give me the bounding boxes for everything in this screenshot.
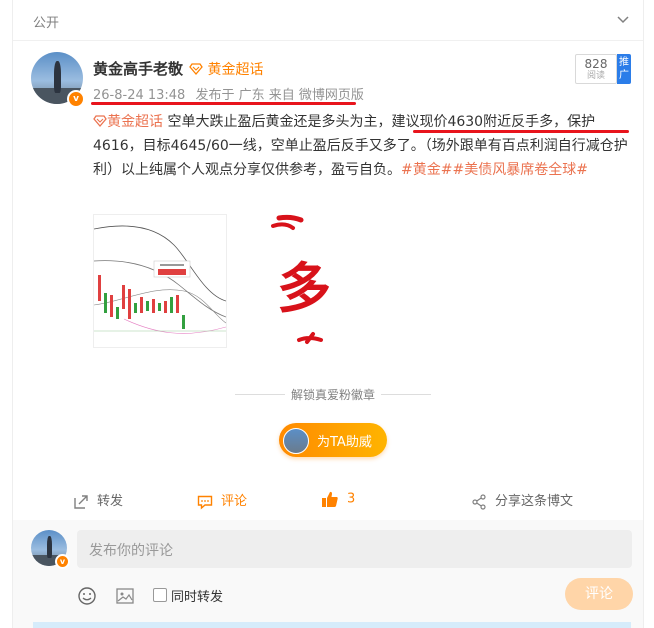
- weibo-post-card: 公开 v 黄金高手老敬 黄金超话 26-8-24 13:48 发布于 广东 来自…: [12, 0, 644, 628]
- visibility-label: 公开: [33, 16, 60, 31]
- also-forward-checkbox[interactable]: [153, 588, 167, 602]
- submit-comment-button[interactable]: 评论: [565, 578, 633, 610]
- emoji-icon[interactable]: [77, 586, 97, 606]
- read-count-badge: 828 阅读: [575, 54, 617, 84]
- post-source: 发布于 广东 来自 微博网页版: [195, 88, 364, 103]
- verified-badge-icon: v: [55, 554, 70, 569]
- divider: [13, 40, 643, 41]
- forward-icon: [74, 494, 88, 509]
- promote-button[interactable]: 推广: [617, 54, 631, 84]
- comment-input[interactable]: 发布你的评论: [77, 530, 632, 568]
- post-time[interactable]: 26-8-24 13:48: [93, 88, 185, 103]
- post-text-part1: 空单大跌止盈后黄金还是多头为主，: [163, 114, 392, 130]
- share-label: 分享这条博文: [495, 494, 574, 509]
- like-count: 3: [347, 491, 356, 507]
- comment-placeholder: 发布你的评论: [89, 543, 173, 559]
- diamond-icon: [93, 115, 107, 127]
- thumbs-up-icon: [322, 491, 338, 507]
- read-count-label: 阅读: [586, 71, 605, 81]
- divider: [381, 394, 431, 395]
- comment-icon: [197, 495, 213, 510]
- visibility-bar: 公开: [13, 0, 643, 40]
- cheer-button[interactable]: 为TA助威: [279, 423, 387, 457]
- supertopic-link[interactable]: 黄金超话: [93, 114, 163, 130]
- also-forward-label: 同时转发: [171, 590, 224, 605]
- share-button[interactable]: 分享这条博文: [471, 490, 573, 510]
- post-image-chart[interactable]: [93, 214, 227, 348]
- supertopic-tag[interactable]: 黄金超话: [189, 59, 263, 79]
- next-card-edge: [33, 622, 631, 628]
- divider: [235, 394, 285, 395]
- unlock-badge-text: 解锁真爱粉徽章: [291, 388, 376, 402]
- supertopic-link-label: 黄金超话: [107, 114, 163, 130]
- post-meta: 26-8-24 13:48 发布于 广东 来自 微博网页版: [93, 84, 364, 103]
- red-underline-annotation: [91, 102, 356, 105]
- image-icon[interactable]: [115, 586, 135, 606]
- post-text: 黄金超话 空单大跌止盈后黄金还是多头为主，建议现价4630附近反手多，保护461…: [93, 110, 635, 182]
- author-avatar-small: [283, 428, 309, 454]
- read-count: 828: [584, 57, 608, 71]
- cheer-button-label: 为TA助威: [317, 435, 372, 450]
- topic-links[interactable]: #黄金##美债风暴席卷全球#: [401, 162, 588, 178]
- image-character: 多: [277, 256, 331, 320]
- share-icon: [472, 493, 486, 510]
- comment-button[interactable]: 评论: [197, 490, 247, 510]
- candles: [98, 275, 185, 329]
- action-bar: 转发 评论 3 分享这条博文: [13, 484, 643, 516]
- candlestick-chart-image: [94, 225, 226, 334]
- like-button[interactable]: 3: [321, 490, 355, 508]
- author-name[interactable]: 黄金高手老敬: [93, 58, 183, 79]
- post-image-text[interactable]: 多: [229, 214, 359, 346]
- comment-label: 评论: [221, 494, 248, 509]
- diamond-icon: [189, 63, 203, 75]
- forward-button[interactable]: 转发: [73, 490, 123, 510]
- chevron-down-icon[interactable]: [615, 12, 631, 28]
- forward-label: 转发: [97, 494, 124, 509]
- comment-composer: v 发布你的评论 同时转发 评论: [13, 520, 643, 628]
- red-underline-annotation: [413, 130, 629, 133]
- verified-badge-icon: v: [67, 90, 85, 108]
- post-text-part2: 建议现价4630附近反手多，保护: [391, 114, 596, 130]
- supertopic-tag-label: 黄金超话: [207, 62, 264, 78]
